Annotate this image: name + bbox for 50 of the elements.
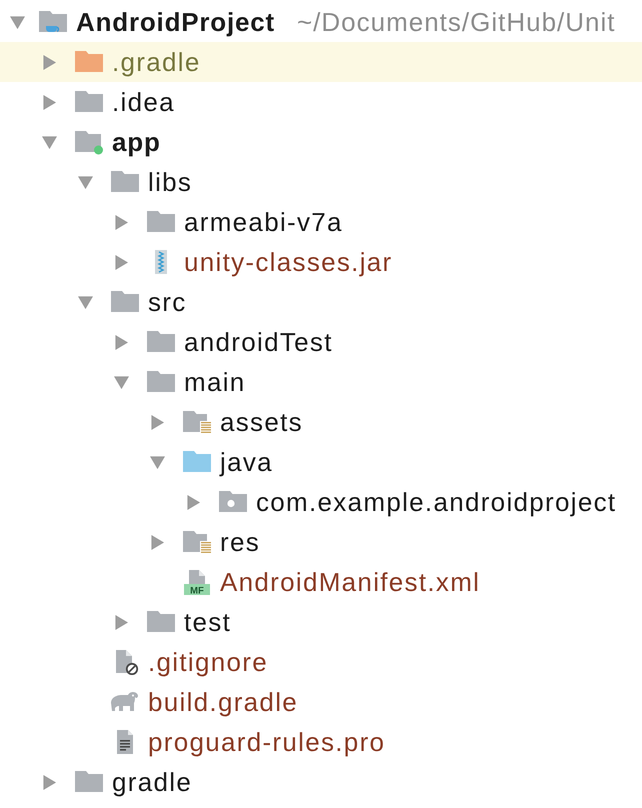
disclosure-triangle-icon[interactable] [114,374,129,390]
folder-icon [74,769,104,795]
disclosure-triangle-icon[interactable] [114,254,129,270]
tree-item[interactable]: unity-classes.jar [0,242,642,282]
disclosure-triangle-icon[interactable] [10,14,25,30]
disclosure-triangle-icon[interactable] [78,294,93,310]
tree-item[interactable]: .gradle [0,42,642,82]
tree-item[interactable]: java [0,442,642,482]
disclosure-triangle-icon[interactable] [150,414,165,430]
folder-icon [146,209,176,235]
folder-icon [146,369,176,395]
disclosure-triangle-icon[interactable] [42,54,57,70]
tree-item[interactable]: res [0,522,642,562]
tree-item[interactable]: libs [0,162,642,202]
tree-item[interactable]: com.example.androidproject [0,482,642,522]
project-path: ~/Documents/GitHub/Unit [297,6,616,38]
folder-icon [110,289,140,315]
disclosure-triangle-icon[interactable] [186,494,201,510]
tree-item[interactable]: armeabi-v7a [0,202,642,242]
disclosure-triangle-icon[interactable] [42,774,57,790]
disclosure-triangle-icon[interactable] [42,134,57,150]
tree-item[interactable]: AndroidProject ~/Documents/GitHub/Unit [0,2,642,42]
disclosure-triangle-icon[interactable] [114,214,129,230]
disclosure-triangle-icon[interactable] [150,534,165,550]
folder-icon [146,329,176,355]
folder-icon [182,449,212,475]
tree-item[interactable]: build.gradle [0,682,642,722]
tree-item[interactable]: app [0,122,642,162]
tree-item[interactable]: MF AndroidManifest.xml [0,562,642,602]
tree-item[interactable]: main [0,362,642,402]
tree-item[interactable]: assets [0,402,642,442]
folder-icon [110,169,140,195]
folder-with-lines-icon [182,409,212,435]
folder-icon [74,49,104,75]
disclosure-triangle-icon[interactable] [42,94,57,110]
tree-item[interactable]: .gitignore [0,642,642,682]
tree-item[interactable]: gradle [0,762,642,802]
folder-with-cup-icon [38,9,68,35]
folder-icon [146,609,176,635]
disclosure-triangle-icon[interactable] [114,334,129,350]
disclosure-triangle-icon[interactable] [114,614,129,630]
folder-icon [74,89,104,115]
tree-item[interactable]: androidTest [0,322,642,362]
disclosure-triangle-icon[interactable] [78,174,93,190]
folder-with-lines-icon [182,529,212,555]
tree-item[interactable]: test [0,602,642,642]
tree-item[interactable]: proguard-rules.pro [0,722,642,762]
disclosure-triangle-icon[interactable] [150,454,165,470]
tree-item[interactable]: src [0,282,642,322]
tree-item[interactable]: .idea [0,82,642,122]
